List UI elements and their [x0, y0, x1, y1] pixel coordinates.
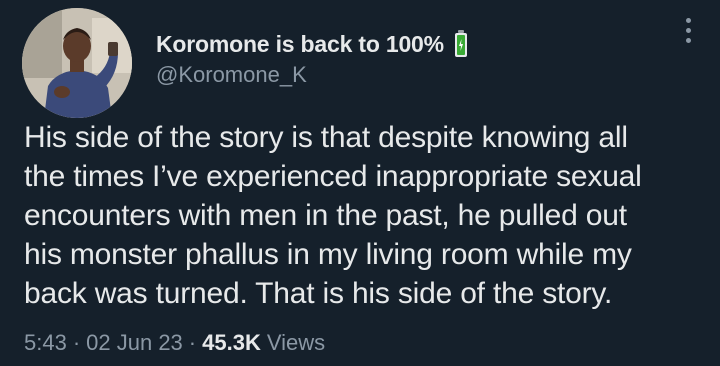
views-count[interactable]: 45.3K	[202, 330, 261, 356]
author-handle[interactable]: @Koromone_K	[156, 62, 307, 88]
tweet-text-line: His side of the story is that despite kn…	[24, 121, 628, 154]
meta-separator: ·	[188, 330, 197, 355]
tweet-time[interactable]: 5:43	[24, 330, 67, 356]
battery-full-icon	[454, 30, 468, 58]
more-options-icon[interactable]	[680, 18, 696, 54]
display-name[interactable]: Koromone is back to 100%	[156, 31, 444, 58]
avatar-photo	[22, 8, 132, 118]
tweet-date[interactable]: 02 Jun 23	[86, 330, 183, 356]
avatar[interactable]	[22, 8, 132, 118]
tweet-meta: 5:43 · 02 Jun 23 · 45.3K Views	[24, 330, 325, 356]
views-label: Views	[266, 330, 326, 355]
tweet-text-line: his monster phallus in my living room wh…	[24, 238, 632, 271]
tweet-text-line: encounters with men in the past, he pull…	[24, 199, 627, 232]
tweet-card: Koromone is back to 100% @Koromone_K His…	[0, 0, 720, 366]
tweet-text: His side of the story is that despite kn…	[24, 118, 704, 313]
tweet-text-line: back was turned. That is his side of the…	[24, 277, 613, 310]
meta-separator: ·	[72, 330, 81, 355]
author-row: Koromone is back to 100%	[156, 28, 468, 60]
tweet-text-line: the times I’ve experienced inappropriate…	[24, 160, 642, 193]
